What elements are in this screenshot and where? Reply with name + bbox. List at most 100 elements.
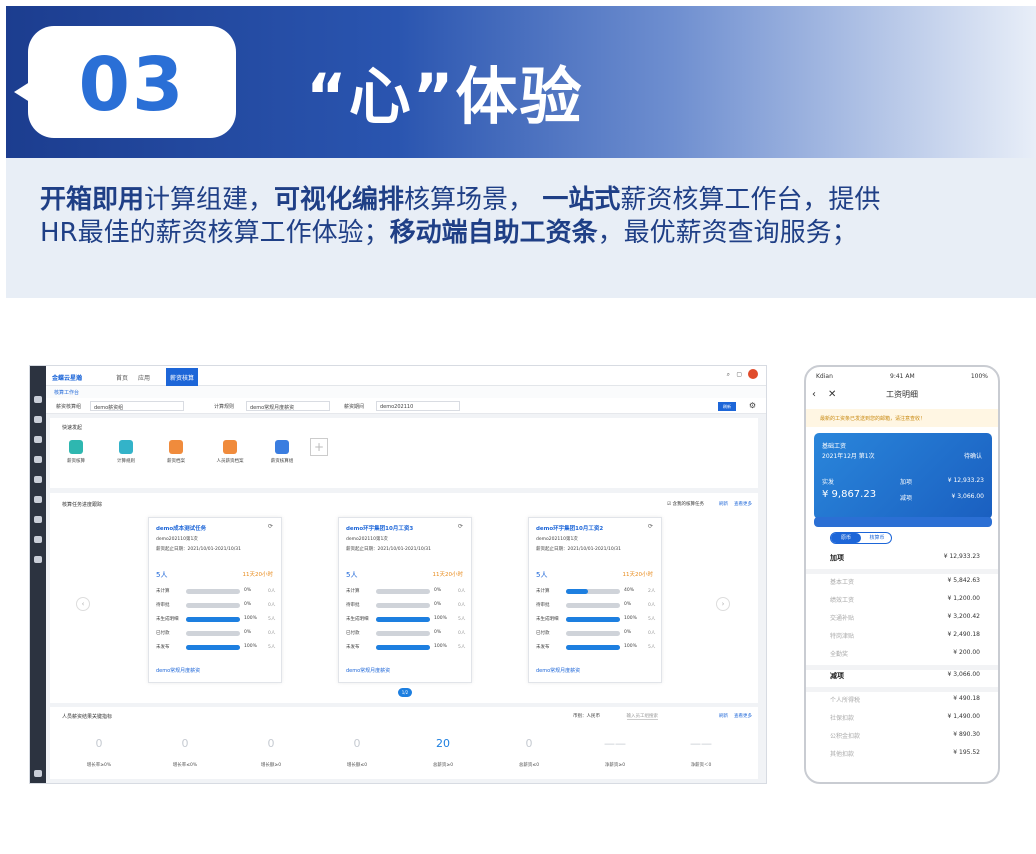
progress-more-link[interactable]: 查看更多 xyxy=(734,501,752,507)
progress-people: 0人 xyxy=(268,589,276,594)
progress-people: 0人 xyxy=(648,603,656,608)
minus-item-label: 个人所得税 xyxy=(830,697,861,704)
list-icon[interactable] xyxy=(34,496,42,503)
nav-home[interactable]: 首页 xyxy=(116,373,128,382)
settings-icon[interactable] xyxy=(34,516,42,523)
progress-label: 待审批 xyxy=(156,603,170,608)
page-indicator[interactable]: 1/2 xyxy=(398,688,412,697)
progress-label: 未生成明细 xyxy=(156,617,179,622)
progress-refresh-link[interactable]: 刷新 xyxy=(719,501,728,507)
task-rule-link[interactable]: demo常规月度薪资 xyxy=(346,667,390,674)
layers-icon[interactable] xyxy=(34,556,42,563)
progress-label: 已付款 xyxy=(156,631,170,636)
progress-percent: 0% xyxy=(434,602,442,607)
minus-item-value: ¥ 195.52 xyxy=(953,749,980,756)
quick-action-item[interactable]: 人员薪资档案 xyxy=(210,440,250,464)
filter-period-input[interactable]: demo202110 xyxy=(376,401,460,411)
lock-icon[interactable]: ▢ xyxy=(736,371,742,378)
highlight-text: 可视化编排 xyxy=(274,185,405,215)
quick-action-label: 薪资核算 xyxy=(67,459,85,464)
search-icon[interactable]: ⌕ xyxy=(727,371,730,379)
progress-label: 已付款 xyxy=(536,631,550,636)
file-icon[interactable] xyxy=(34,536,42,543)
progress-row: 待审批 0% 0人 xyxy=(346,602,470,608)
toggle-original[interactable]: 原币 xyxy=(831,533,861,543)
next-arrow-icon[interactable]: › xyxy=(716,597,730,611)
task-rule-link[interactable]: demo常规月度薪资 xyxy=(156,667,200,674)
task-rule-link[interactable]: demo常规月度薪资 xyxy=(536,667,580,674)
results-refresh-link[interactable]: 刷新 xyxy=(719,713,728,719)
desktop-screenshot: 金蝶云星瀚 首页 应用 薪资核算 ⌕ ▢ 核算工作台 薪资核算组 demo薪资组… xyxy=(29,365,767,784)
filter-rule-input[interactable]: demo常规月度薪资 xyxy=(246,401,330,411)
progress-percent: 100% xyxy=(434,616,447,621)
task-title[interactable]: demo环宇集团10月工资3 xyxy=(346,524,413,532)
metric-item[interactable]: 0 增长额≤0 xyxy=(314,737,400,768)
gear-icon[interactable]: ⚙ xyxy=(749,401,756,410)
tab-salary-accounting[interactable]: 薪资核算 xyxy=(166,368,199,386)
net-label: 实发 xyxy=(822,479,835,486)
add-action-icon[interactable]: + xyxy=(310,438,328,456)
prev-arrow-icon[interactable]: ‹ xyxy=(76,597,90,611)
metric-label: 增长率≤0% xyxy=(172,763,198,768)
section-title: “心”体验 xyxy=(306,60,584,133)
refresh-icon[interactable]: ⟳ xyxy=(458,523,463,530)
my-tasks-checkbox[interactable]: ☑ 含我的核算任务 xyxy=(667,501,704,507)
refresh-icon[interactable]: ⟳ xyxy=(268,523,273,530)
quick-action-item[interactable]: 薪资核算 xyxy=(56,440,96,464)
quick-start-title: 快速发起 xyxy=(62,425,83,431)
metric-item[interactable]: 0 增长率≤0% xyxy=(142,737,228,768)
task-card[interactable]: demo环宇集团10月工资2 ⟳ demo202110第1次 薪资起止日期：2021/… xyxy=(528,517,662,683)
metric-label: 增长额≤0 xyxy=(346,763,368,768)
progress-people: 0人 xyxy=(268,631,276,636)
refresh-button[interactable]: 刷新 xyxy=(718,402,736,411)
task-title[interactable]: demo成本测试任务 xyxy=(156,524,206,532)
metric-item[interactable]: —— 净薪资＜0 xyxy=(658,737,744,768)
toggle-accounting[interactable]: 核算币 xyxy=(863,533,891,543)
nav-apps[interactable]: 应用 xyxy=(138,373,150,382)
results-more-link[interactable]: 查看更多 xyxy=(734,713,752,719)
chart-icon[interactable] xyxy=(34,476,42,483)
refresh-icon[interactable]: ⟳ xyxy=(648,523,653,530)
quick-action-item[interactable]: 计算规则 xyxy=(106,440,146,464)
currency-toggle[interactable]: 原币 核算币 xyxy=(830,532,892,544)
doc-icon[interactable] xyxy=(34,416,42,423)
quick-start-panel: 快速发起 薪资核算 计算规则 薪资档案 人员薪资档案 薪资核算组 + xyxy=(50,418,758,488)
section-divider xyxy=(806,687,998,692)
metric-item[interactable]: 0 增长额≥0 xyxy=(228,737,314,768)
progress-label: 未发布 xyxy=(156,645,170,650)
app-logo[interactable]: 金蝶云星瀚 xyxy=(52,373,82,382)
minus-value: ¥ 3,066.00 xyxy=(951,493,984,500)
filter-group-input[interactable]: demo薪资组 xyxy=(90,401,184,411)
menu-icon[interactable] xyxy=(34,396,42,403)
results-title: 人员薪资结果关键指标 xyxy=(62,714,113,720)
progress-bar xyxy=(566,589,620,594)
progress-bar xyxy=(376,603,430,608)
avatar[interactable] xyxy=(748,369,758,379)
expand-icon[interactable] xyxy=(34,770,42,777)
progress-row: 已付款 0% 0人 xyxy=(346,630,470,636)
metric-item[interactable]: 0 总薪资≤0 xyxy=(486,737,572,768)
task-card[interactable]: demo成本测试任务 ⟳ demo202110第1次 薪资起止日期：2021/10/0… xyxy=(148,517,282,683)
progress-percent: 0% xyxy=(244,602,252,607)
add-item-value: ¥ 200.00 xyxy=(953,649,980,656)
quick-action-item[interactable]: 薪资档案 xyxy=(156,440,196,464)
minus-item-label: 其他扣款 xyxy=(830,751,855,758)
user-icon[interactable] xyxy=(34,456,42,463)
task-card[interactable]: demo环宇集团10月工资3 ⟳ demo202110第1次 薪资起止日期：2021/… xyxy=(338,517,472,683)
metric-item[interactable]: 0 增长率≥0% xyxy=(56,737,142,768)
progress-row: 已付款 0% 0人 xyxy=(536,630,660,636)
add-section-label: 加项 xyxy=(830,554,844,562)
task-period: demo202110第1次 xyxy=(536,537,578,542)
task-title[interactable]: demo环宇集团10月工资2 xyxy=(536,524,603,532)
minus-item-label: 公积金扣款 xyxy=(830,733,861,740)
breadcrumb-workbench[interactable]: 核算工作台 xyxy=(54,390,79,396)
globe-icon[interactable] xyxy=(34,436,42,443)
progress-fill xyxy=(376,645,430,650)
group-search-input[interactable]: 输入员工组搜索 xyxy=(626,713,658,720)
metric-item[interactable]: 20 总薪资≥0 xyxy=(400,737,486,768)
progress-percent: 0% xyxy=(624,602,632,607)
confirm-status[interactable]: 待确认 xyxy=(964,451,982,460)
quick-action-item[interactable]: 薪资核算组 xyxy=(262,440,302,464)
metric-item[interactable]: —— 净薪资≥0 xyxy=(572,737,658,768)
body-text: HR最佳的薪资核算工作体验； xyxy=(40,218,390,248)
